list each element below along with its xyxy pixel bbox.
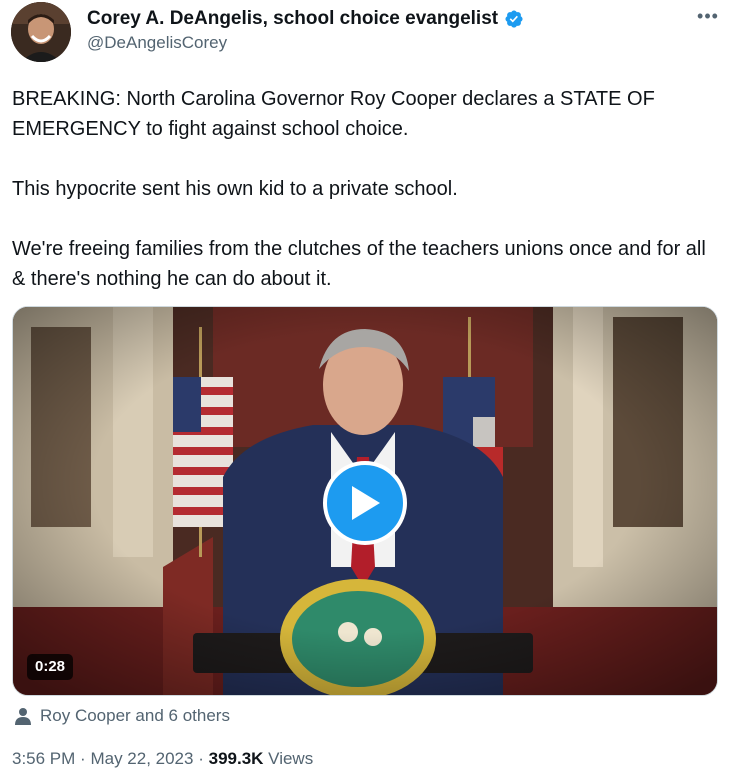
tagged-people[interactable]: Roy Cooper and 6 others xyxy=(14,704,230,728)
tweet-date[interactable]: May 22, 2023 xyxy=(90,749,193,768)
tweet-paragraph: BREAKING: North Carolina Governor Roy Co… xyxy=(12,88,655,140)
video-player[interactable]: 0:28 xyxy=(12,306,718,696)
tweet-meta: 3:56 PM · May 22, 2023 · 399.3K Views xyxy=(12,749,313,769)
verified-badge-icon xyxy=(505,10,523,28)
video-duration: 0:28 xyxy=(27,654,74,680)
avatar-image xyxy=(11,2,71,62)
tweet-text: BREAKING: North Carolina Governor Roy Co… xyxy=(12,84,724,294)
person-icon xyxy=(15,708,31,725)
play-button[interactable] xyxy=(323,461,407,545)
tweet-paragraph: This hypocrite sent his own kid to a pri… xyxy=(12,178,458,200)
author-handle[interactable]: @DeAngelisCorey xyxy=(87,33,227,53)
avatar[interactable] xyxy=(11,2,71,62)
more-options-icon[interactable]: ••• xyxy=(694,6,722,26)
author-name[interactable]: Corey A. DeAngelis, school choice evange… xyxy=(87,8,524,30)
views-count: 399.3K xyxy=(208,749,264,768)
play-icon xyxy=(352,486,380,520)
tweet-paragraph: We're freeing families from the clutches… xyxy=(12,238,706,290)
tweet-time[interactable]: 3:56 PM xyxy=(12,749,75,768)
author-display-name[interactable]: Corey A. DeAngelis, school choice evange… xyxy=(87,8,498,30)
views-label: Views xyxy=(268,749,314,768)
meta-separator: · xyxy=(198,749,204,768)
tagged-people-text[interactable]: Roy Cooper and 6 others xyxy=(40,706,230,726)
meta-separator: · xyxy=(80,749,86,768)
